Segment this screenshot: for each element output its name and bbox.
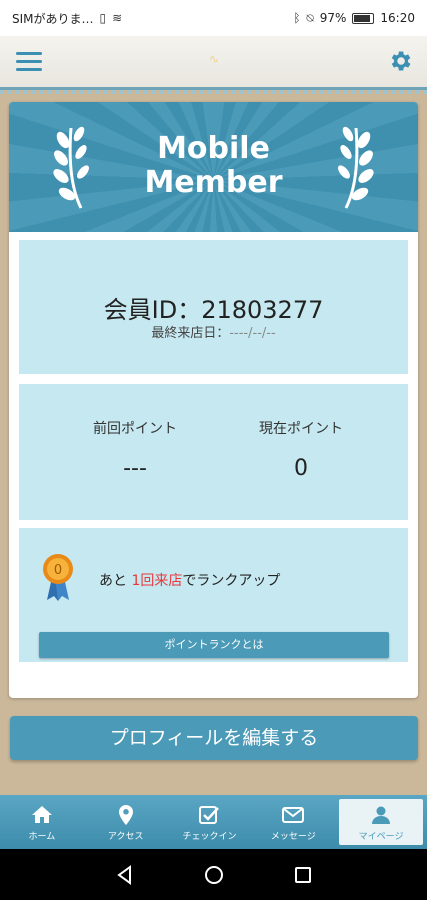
battery-icon xyxy=(352,12,375,24)
map-pin-icon xyxy=(118,804,133,825)
battery-percent: 97% xyxy=(319,11,347,25)
current-points: 現在ポイント 0 xyxy=(221,418,381,481)
app-header: ∿ xyxy=(0,36,427,94)
previous-points: 前回ポイント --- xyxy=(55,418,215,481)
carrier-text: SIMがありま… xyxy=(12,11,94,26)
mobile-member-banner: Mobile Member xyxy=(9,102,418,232)
rank-msg-prefix: あと xyxy=(99,573,127,589)
medal-rank-value: 0 xyxy=(54,563,62,578)
last-visit: 最終来店日：----/--/-- xyxy=(19,322,408,341)
laurel-right-icon xyxy=(338,126,374,209)
checkbox-icon xyxy=(199,805,220,824)
edit-profile-button[interactable]: プロフィールを編集する xyxy=(10,716,418,760)
home-nav-icon[interactable] xyxy=(203,864,225,886)
menu-button[interactable] xyxy=(16,52,42,72)
last-visit-label: 最終来店日： xyxy=(151,326,230,341)
previous-points-value: --- xyxy=(123,456,147,481)
medal-icon: 0 xyxy=(43,554,73,601)
mail-icon xyxy=(282,806,305,823)
tab-label: アクセス xyxy=(107,831,144,842)
tab-bar: ホーム アクセス チェックイン メッセージ マイページ xyxy=(0,795,427,849)
tab-access[interactable]: アクセス xyxy=(84,795,168,849)
rank-msg-suffix: でランクアップ xyxy=(182,573,281,589)
member-id-panel: 会員ID：21803277 最終来店日：----/--/-- xyxy=(19,240,408,374)
rank-msg-highlight: 1回来店 xyxy=(131,573,183,589)
member-id: 会員ID：21803277 xyxy=(103,296,324,324)
user-icon xyxy=(372,806,391,824)
current-points-value: 0 xyxy=(294,456,308,481)
tab-label: ホーム xyxy=(28,831,56,842)
tab-label: チェックイン xyxy=(182,831,237,842)
status-bar: SIMがありま… ▯ ≋ ᛒ ⍉ 97% 16:20 xyxy=(0,0,427,36)
home-icon xyxy=(31,805,52,823)
recents-icon[interactable] xyxy=(292,864,314,886)
last-visit-value: ----/--/-- xyxy=(229,326,276,341)
clock: 16:20 xyxy=(380,11,415,25)
rank-panel: 0 あと 1回来店でランクアップ ポイントランクとは xyxy=(19,528,408,662)
previous-points-label: 前回ポイント xyxy=(93,421,177,437)
sim-icon: ▯ xyxy=(99,11,107,25)
tab-message[interactable]: メッセージ xyxy=(251,795,335,849)
system-nav-bar xyxy=(0,849,427,900)
tab-label: メッセージ xyxy=(270,831,316,842)
gear-icon[interactable] xyxy=(387,48,413,74)
mute-icon: ⍉ xyxy=(306,10,314,25)
point-rank-info-button[interactable]: ポイントランクとは xyxy=(39,632,389,658)
rank-up-message: あと 1回来店でランクアップ xyxy=(99,570,280,590)
tab-mypage[interactable]: マイページ xyxy=(339,799,423,845)
bluetooth-icon: ᛒ xyxy=(293,11,301,25)
tab-checkin[interactable]: チェックイン xyxy=(168,795,252,849)
wifi-icon: ≋ xyxy=(112,11,123,25)
hamburger-icon xyxy=(16,52,42,55)
member-card: Mobile Member 会員ID：21803277 最終来店日：----/-… xyxy=(9,102,418,698)
current-points-label: 現在ポイント xyxy=(259,421,343,437)
tab-label: マイページ xyxy=(358,831,404,842)
points-panel: 前回ポイント --- 現在ポイント 0 xyxy=(19,384,408,520)
back-icon[interactable] xyxy=(114,864,136,886)
tab-home[interactable]: ホーム xyxy=(0,795,84,849)
app-logo: ∿ xyxy=(208,52,220,66)
